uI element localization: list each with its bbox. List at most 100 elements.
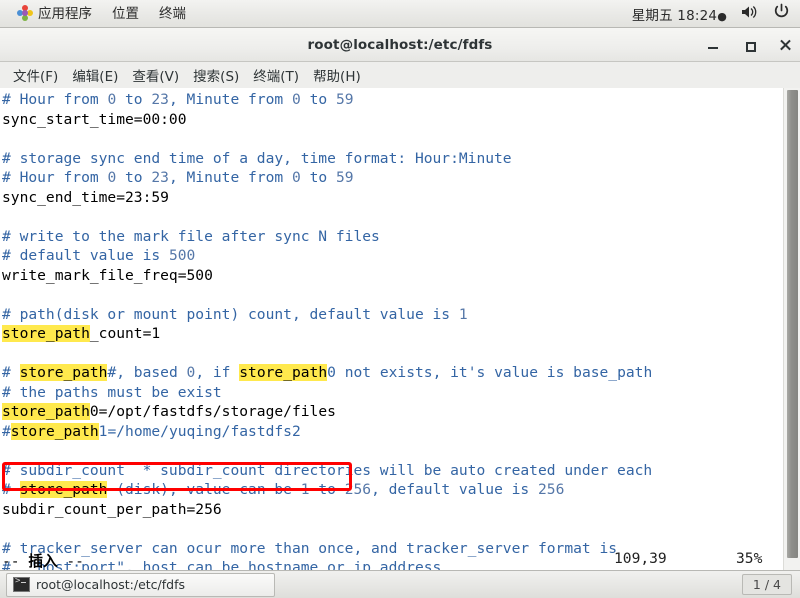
terminal-content[interactable]: # Hour from 0 to 23, Minute from 0 to 59…: [0, 88, 800, 570]
text-span: 0 not exists, it's value is base_path: [327, 364, 653, 381]
text-span: , Minute from: [168, 169, 292, 186]
terminal-line: # default value is 500: [0, 246, 784, 266]
text-span: 23: [151, 169, 169, 186]
terminal-icon: [13, 576, 30, 592]
cursor-position: 109,39: [614, 550, 667, 567]
close-button[interactable]: [778, 38, 792, 52]
text-span: # storage sync end time of a day, time f…: [2, 149, 512, 167]
text-span: 256: [344, 481, 372, 498]
terminal-menu[interactable]: 终端: [149, 2, 196, 26]
text-span: _count=1: [89, 325, 161, 342]
text-span: #: [2, 481, 20, 498]
text-span: # write to the mark file after sync N fi…: [2, 227, 380, 245]
terminal-line: # subdir_count * subdir_count directorie…: [0, 461, 784, 481]
terminal-scrollbar[interactable]: [783, 88, 800, 570]
window-titlebar[interactable]: root@localhost:/etc/fdfs: [0, 28, 800, 62]
text-span: store_path: [2, 325, 90, 342]
workspace-switcher[interactable]: 1 / 4: [741, 574, 792, 595]
text-span: 0: [107, 91, 117, 108]
text-span: , default value is: [371, 481, 538, 498]
terminal-line: # storage sync end time of a day, time f…: [0, 149, 784, 169]
terminal-line: sync_start_time=00:00: [0, 110, 784, 130]
text-span: 500: [168, 247, 196, 264]
terminal-line: store_path_count=1: [0, 324, 784, 344]
applications-menu[interactable]: 应用程序: [6, 2, 102, 26]
text-span: 1: [300, 481, 310, 498]
text-span: 0: [291, 169, 301, 186]
text-span: # path(disk or mount point) count, defau…: [2, 305, 459, 323]
menu-view[interactable]: 查看(V): [125, 63, 186, 87]
text-span: (disk), value can be: [107, 481, 301, 498]
text-span: store_path: [10, 422, 99, 440]
text-span: , if: [195, 364, 240, 381]
menu-edit[interactable]: 编辑(E): [65, 63, 125, 87]
terminal-line: # Hour from 0 to 23, Minute from 0 to 59: [0, 168, 784, 188]
clock-label: 星期五 18:24: [631, 7, 718, 24]
terminal-line: #store_path1=/home/yuqing/fastdfs2: [0, 422, 784, 442]
terminal-line: subdir_count_per_path=256: [0, 500, 784, 520]
text-span: # default value is: [2, 247, 169, 264]
text-span: store_path: [2, 403, 90, 420]
text-span: to: [116, 91, 152, 108]
minimize-button[interactable]: [706, 38, 720, 52]
screen: 应用程序 位置 终端 星期五 18:24● root@localhost:/et: [0, 0, 800, 598]
vim-mode: -- 插入 --: [2, 553, 84, 570]
menu-terminal[interactable]: 终端(T): [246, 63, 306, 87]
text-span: to: [116, 169, 152, 186]
text-span: 1: [458, 305, 468, 323]
text-span: 0=/opt/fastdfs/storage/files: [89, 403, 336, 420]
terminal-line: write_mark_file_freq=500: [0, 266, 784, 286]
workspace-label: 1 / 4: [752, 577, 781, 592]
text-span: , Minute from: [168, 91, 292, 108]
terminal-line: store_path0=/opt/fastdfs/storage/files: [0, 402, 784, 422]
scroll-percent: 35%: [736, 550, 763, 567]
text-span: store_path: [239, 364, 328, 381]
volume-icon[interactable]: [741, 4, 759, 24]
text-span: # the paths must be exist: [2, 383, 222, 401]
text-span: 59: [335, 91, 354, 108]
menu-search[interactable]: 搜索(S): [186, 63, 246, 87]
text-span: # Hour from: [2, 169, 108, 186]
menu-help[interactable]: 帮助(H): [306, 63, 368, 87]
text-span: #: [2, 364, 20, 381]
text-span: write_mark_file_freq=500: [2, 266, 213, 284]
text-span: store_path: [19, 481, 108, 498]
menu-file[interactable]: 文件(F): [6, 63, 65, 87]
bottom-panel: root@localhost:/etc/fdfs 1 / 4: [0, 570, 800, 598]
terminal-line: # write to the mark file after sync N fi…: [0, 227, 784, 247]
taskbar-item-label: root@localhost:/etc/fdfs: [36, 577, 186, 592]
text-span: # subdir_count * subdir_count directorie…: [2, 461, 653, 479]
text-span: subdir_count_per_path=256: [2, 500, 222, 518]
clock[interactable]: 星期五 18:24●: [632, 4, 727, 24]
scrollbar-thumb[interactable]: [787, 90, 798, 558]
text-span: #, based: [107, 364, 187, 381]
terminal-line: # Hour from 0 to 23, Minute from 0 to 59: [0, 90, 784, 110]
applications-menu-label: 应用程序: [38, 5, 92, 22]
power-icon[interactable]: [773, 3, 790, 24]
top-panel-menus: 应用程序 位置 终端: [0, 2, 196, 26]
text-span: sync_end_time=23:59: [2, 188, 169, 206]
text-span: #: [2, 422, 11, 440]
text-span: 23: [151, 91, 169, 108]
window-title: root@localhost:/etc/fdfs: [307, 36, 493, 53]
maximize-button[interactable]: [742, 38, 756, 52]
places-menu[interactable]: 位置: [102, 2, 149, 26]
terminal-line: # the paths must be exist: [0, 383, 784, 403]
editor-text: # Hour from 0 to 23, Minute from 0 to 59…: [0, 90, 784, 570]
terminal-line: # store_path#, based 0, if store_path0 n…: [0, 363, 784, 383]
text-span: to: [309, 481, 345, 498]
terminal-line: # path(disk or mount point) count, defau…: [0, 305, 784, 325]
window-controls: [706, 28, 792, 61]
top-panel-status: 星期五 18:24●: [632, 3, 800, 24]
taskbar-item-terminal[interactable]: root@localhost:/etc/fdfs: [6, 572, 275, 597]
clock-dot: ●: [717, 9, 727, 23]
text-span: 59: [335, 169, 354, 186]
text-span: 1=/home/yuqing/fastdfs2: [98, 422, 301, 440]
terminal-line: # store_path (disk), value can be 1 to 2…: [0, 480, 784, 500]
text-span: sync_start_time=00:00: [2, 110, 187, 128]
